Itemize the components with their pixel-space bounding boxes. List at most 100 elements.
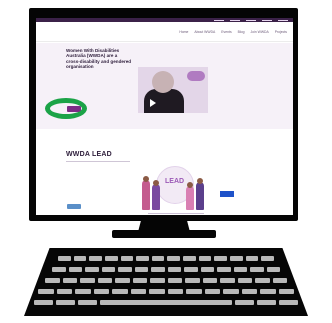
key-row — [34, 300, 298, 305]
key[interactable] — [202, 278, 217, 283]
key[interactable] — [120, 256, 134, 261]
key[interactable] — [150, 278, 165, 283]
key[interactable] — [185, 278, 200, 283]
key[interactable] — [233, 267, 247, 272]
key[interactable] — [62, 278, 77, 283]
key[interactable] — [151, 267, 165, 272]
key[interactable] — [73, 256, 87, 261]
figure-person — [152, 184, 160, 210]
lead-word: LEAD — [165, 178, 185, 185]
nav-item-home[interactable]: Home — [179, 30, 188, 34]
key[interactable] — [217, 267, 231, 272]
lead-caption — [148, 213, 204, 214]
play-icon[interactable] — [150, 99, 156, 107]
nav-menu: Home About WWDA Events Blog Join WWDA Pr… — [179, 30, 287, 34]
top-link[interactable] — [214, 19, 224, 21]
key[interactable] — [250, 267, 264, 272]
key[interactable] — [75, 289, 91, 294]
key[interactable] — [38, 289, 54, 294]
key[interactable] — [115, 278, 130, 283]
key[interactable] — [77, 300, 97, 305]
key-row — [52, 267, 280, 272]
monitor-stand-base — [112, 230, 216, 238]
key[interactable] — [151, 256, 165, 261]
key[interactable] — [58, 256, 71, 261]
key[interactable] — [214, 256, 228, 261]
key[interactable] — [97, 278, 112, 283]
figure-head — [187, 182, 193, 188]
blue-marker — [220, 191, 234, 197]
video-logo-icon — [187, 71, 205, 81]
key[interactable] — [183, 256, 196, 261]
lead-illustration: LEAD — [140, 160, 206, 214]
key[interactable] — [237, 278, 252, 283]
key[interactable] — [266, 267, 280, 272]
key[interactable] — [68, 267, 82, 272]
key[interactable] — [235, 300, 255, 305]
monitor-screen: Home About WWDA Events Blog Join WWDA Pr… — [36, 18, 293, 215]
key[interactable] — [198, 256, 212, 261]
key[interactable] — [272, 278, 287, 283]
keyboard — [24, 248, 308, 316]
key[interactable] — [85, 267, 99, 272]
figure-head — [197, 178, 203, 184]
key[interactable] — [55, 300, 75, 305]
key[interactable] — [89, 256, 102, 261]
figure-head — [143, 176, 149, 182]
section-title: WWDA LEAD — [66, 151, 112, 158]
key[interactable] — [101, 267, 115, 272]
key[interactable] — [204, 289, 220, 294]
key-row — [45, 278, 287, 283]
key[interactable] — [167, 267, 181, 272]
key[interactable] — [118, 267, 132, 272]
key[interactable] — [184, 267, 198, 272]
key[interactable] — [245, 256, 259, 261]
video-speaker-face — [152, 71, 174, 93]
key[interactable] — [34, 300, 53, 305]
key[interactable] — [255, 278, 270, 283]
key[interactable] — [241, 289, 257, 294]
nav-item-join[interactable]: Join WWDA — [250, 30, 268, 34]
key[interactable] — [52, 267, 66, 272]
key[interactable] — [136, 256, 149, 261]
section-button[interactable] — [67, 204, 81, 209]
website-nav: Home About WWDA Events Blog Join WWDA Pr… — [36, 22, 293, 42]
highlight-ring — [45, 98, 87, 119]
key[interactable] — [134, 267, 148, 272]
nav-item-blog[interactable]: Blog — [238, 30, 245, 34]
key[interactable] — [132, 278, 147, 283]
key[interactable] — [130, 289, 146, 294]
key[interactable] — [261, 256, 274, 261]
top-link[interactable] — [230, 19, 240, 21]
top-link[interactable] — [246, 19, 256, 21]
key[interactable] — [167, 278, 182, 283]
nav-item-projects[interactable]: Projects — [275, 30, 287, 34]
figure-person — [196, 182, 204, 210]
key[interactable] — [45, 278, 60, 283]
key[interactable] — [104, 256, 118, 261]
nav-item-about[interactable]: About WWDA — [194, 30, 215, 34]
figure-person — [186, 186, 194, 210]
key[interactable] — [200, 267, 214, 272]
hero-title: Women With Disabilities Australia (WWDA)… — [66, 48, 132, 70]
top-link[interactable] — [278, 19, 288, 21]
key[interactable] — [93, 289, 109, 294]
key[interactable] — [80, 278, 95, 283]
key[interactable] — [230, 256, 243, 261]
key[interactable] — [167, 289, 183, 294]
key[interactable] — [279, 300, 298, 305]
key[interactable] — [149, 289, 165, 294]
key[interactable] — [257, 300, 277, 305]
key[interactable] — [186, 289, 202, 294]
key[interactable] — [260, 289, 276, 294]
hero-video-thumbnail[interactable] — [138, 67, 208, 113]
key[interactable] — [223, 289, 239, 294]
nav-item-events[interactable]: Events — [221, 30, 231, 34]
key[interactable] — [220, 278, 235, 283]
key[interactable] — [278, 289, 294, 294]
key[interactable] — [112, 289, 128, 294]
spacebar-key[interactable] — [99, 300, 233, 305]
key[interactable] — [56, 289, 72, 294]
key[interactable] — [167, 256, 181, 261]
top-link[interactable] — [262, 19, 272, 21]
